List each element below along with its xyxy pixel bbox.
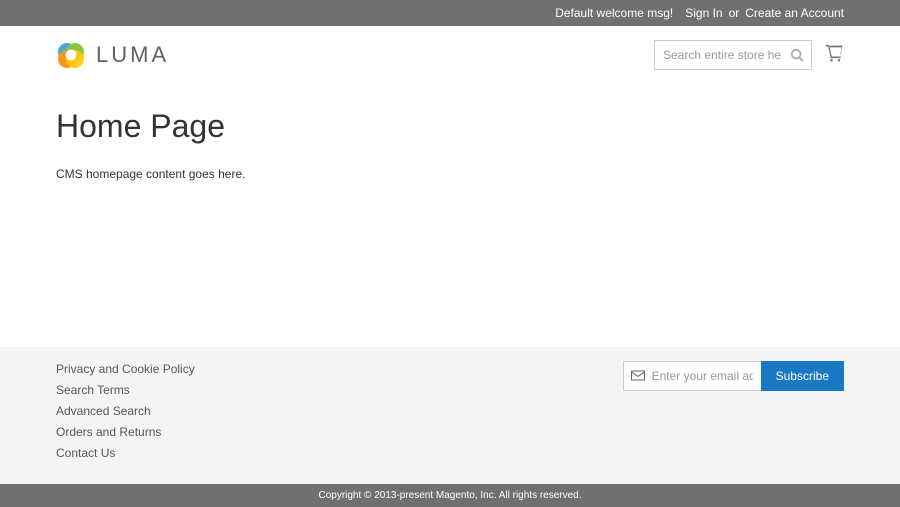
or-separator: or <box>729 6 740 20</box>
footer-links: Privacy and Cookie Policy Search Terms A… <box>56 361 195 466</box>
search-button[interactable] <box>782 40 812 70</box>
newsletter-form: Subscribe <box>623 361 844 391</box>
footer-link-search-terms[interactable]: Search Terms <box>56 383 130 397</box>
subscribe-button[interactable]: Subscribe <box>761 361 844 391</box>
copyright: Copyright © 2013-present Magento, Inc. A… <box>0 484 900 507</box>
footer-link-orders-returns[interactable]: Orders and Returns <box>56 425 161 439</box>
footer-link-advanced-search[interactable]: Advanced Search <box>56 404 151 418</box>
sign-in-link[interactable]: Sign In <box>685 6 722 20</box>
welcome-message: Default welcome msg! <box>555 6 673 20</box>
logo-icon <box>56 40 86 70</box>
page-title: Home Page <box>56 108 844 145</box>
main-content: Home Page CMS homepage content goes here… <box>0 88 900 347</box>
footer: Privacy and Cookie Policy Search Terms A… <box>0 347 900 484</box>
cms-content: CMS homepage content goes here. <box>56 167 844 181</box>
search-box <box>654 40 812 70</box>
create-account-link[interactable]: Create an Account <box>745 6 844 20</box>
logo-link[interactable]: LUMA <box>56 40 169 70</box>
search-icon <box>790 48 804 62</box>
cart-icon <box>824 44 844 64</box>
footer-link-contact[interactable]: Contact Us <box>56 446 115 460</box>
top-panel: Default welcome msg! Sign In or Create a… <box>0 0 900 26</box>
logo-text: LUMA <box>96 42 169 68</box>
email-icon <box>631 369 645 384</box>
header: LUMA <box>0 26 900 88</box>
cart-button[interactable] <box>824 44 844 67</box>
footer-link-privacy[interactable]: Privacy and Cookie Policy <box>56 362 195 376</box>
